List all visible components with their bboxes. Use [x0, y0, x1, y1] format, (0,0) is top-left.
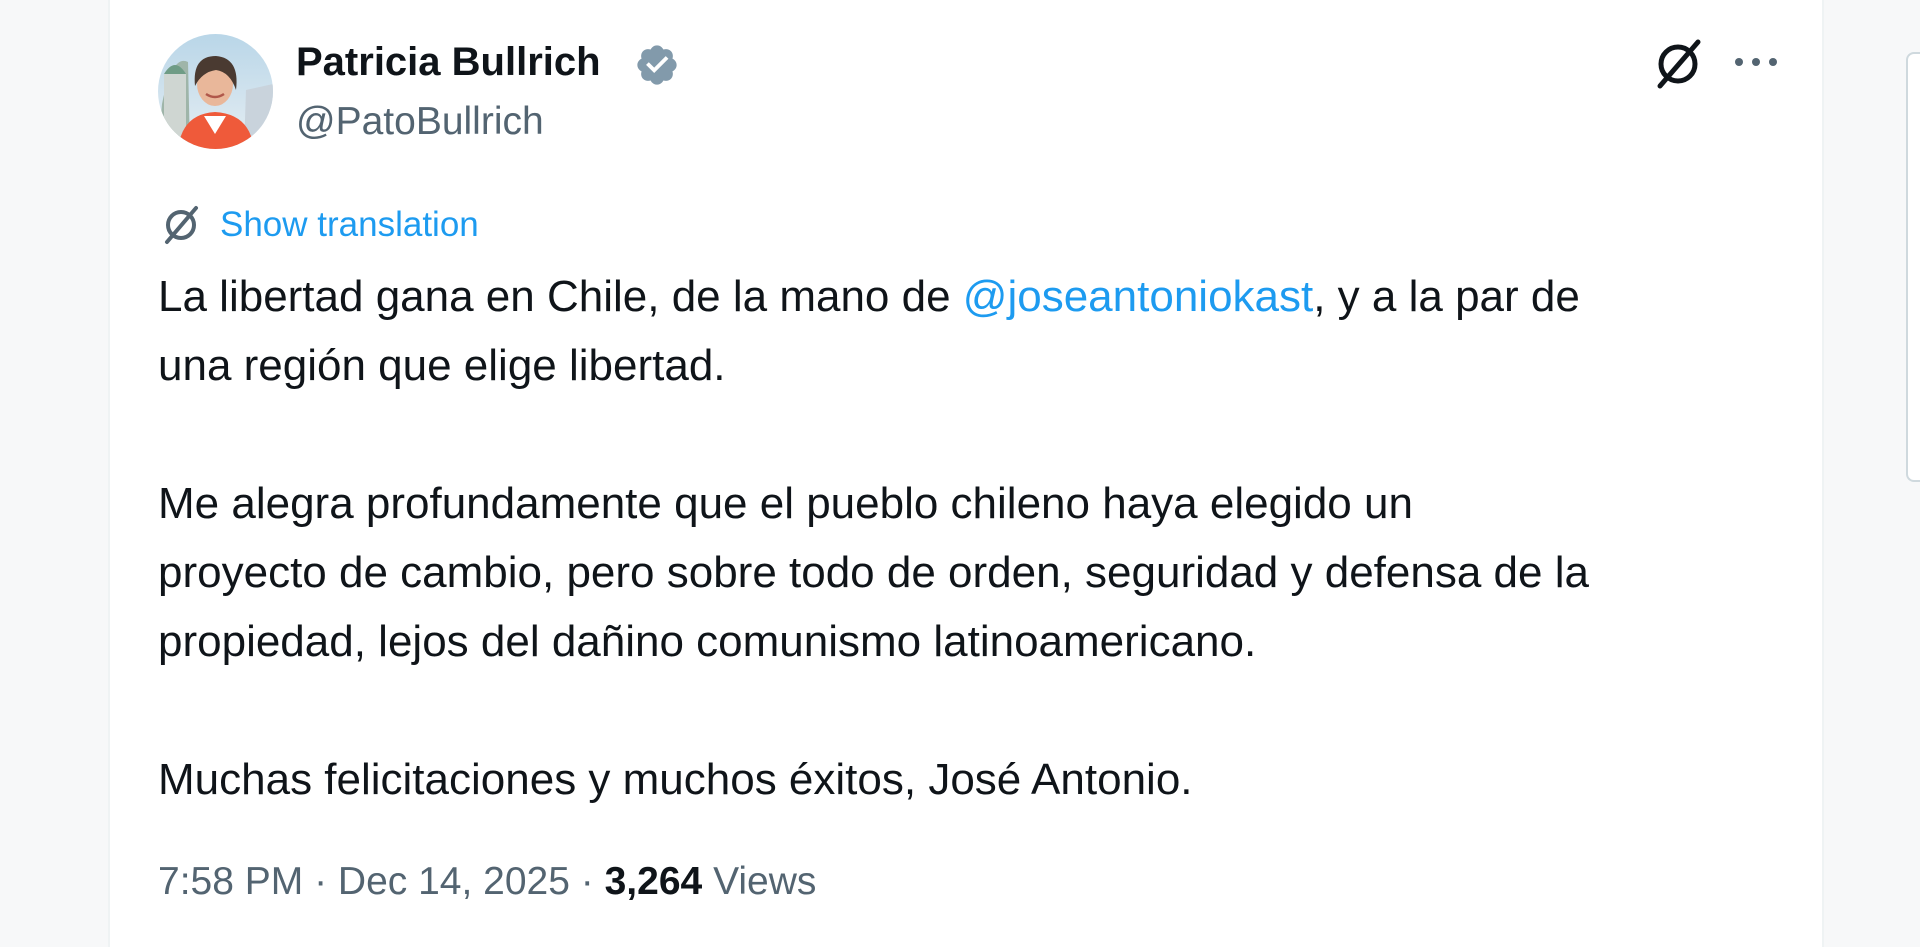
scrollbar[interactable] — [1906, 52, 1920, 482]
author-handle[interactable]: @PatoBullrich — [296, 100, 544, 144]
tweet-line: Me alegra profundamente que el pueblo ch… — [158, 479, 1413, 528]
meta-separator: · — [303, 860, 338, 903]
author-name[interactable]: Patricia Bullrich — [296, 40, 601, 85]
tweet-line: propiedad, lejos del dañino comunismo la… — [158, 617, 1257, 666]
author-avatar[interactable] — [158, 34, 273, 149]
profile-photo-icon — [158, 34, 273, 149]
tweet-line: Muchas felicitaciones y muchos éxitos, J… — [158, 755, 1193, 804]
tweet-text: La libertad gana en Chile, de la mano de… — [158, 262, 1808, 814]
meta-separator: · — [569, 860, 605, 903]
left-gutter — [0, 0, 108, 947]
tweet-meta: 7:58 PM · Dec 14, 2025 · 3,264 Views — [158, 860, 816, 904]
tweet-text-segment: La libertad gana en Chile, de la mano de — [158, 272, 963, 321]
tweet-time-link[interactable]: 7:58 PM — [158, 860, 303, 903]
mention-link[interactable]: @joseantoniokast — [963, 272, 1313, 321]
page: Patricia Bullrich @PatoBullrich Show tra… — [0, 0, 1920, 947]
views-count[interactable]: 3,264 — [605, 860, 703, 903]
tweet-line: proyecto de cambio, pero sobre todo de o… — [158, 548, 1589, 597]
more-options-icon[interactable] — [1728, 42, 1784, 82]
verified-badge-icon[interactable] — [634, 42, 680, 88]
tweet-line: una región que elige libertad. — [158, 341, 726, 390]
tweet-text-segment: , y a la par de — [1313, 272, 1580, 321]
tweet-line: La libertad gana en Chile, de la mano de… — [158, 262, 1808, 331]
translation-row: Show translation — [158, 202, 479, 248]
grok-translate-icon — [165, 206, 198, 244]
grok-icon[interactable] — [1648, 34, 1708, 94]
show-translation-link[interactable]: Show translation — [220, 205, 479, 245]
views-label: Views — [713, 860, 817, 903]
tweet-card: Patricia Bullrich @PatoBullrich Show tra… — [108, 0, 1824, 947]
tweet-date-link[interactable]: Dec 14, 2025 — [338, 860, 570, 903]
